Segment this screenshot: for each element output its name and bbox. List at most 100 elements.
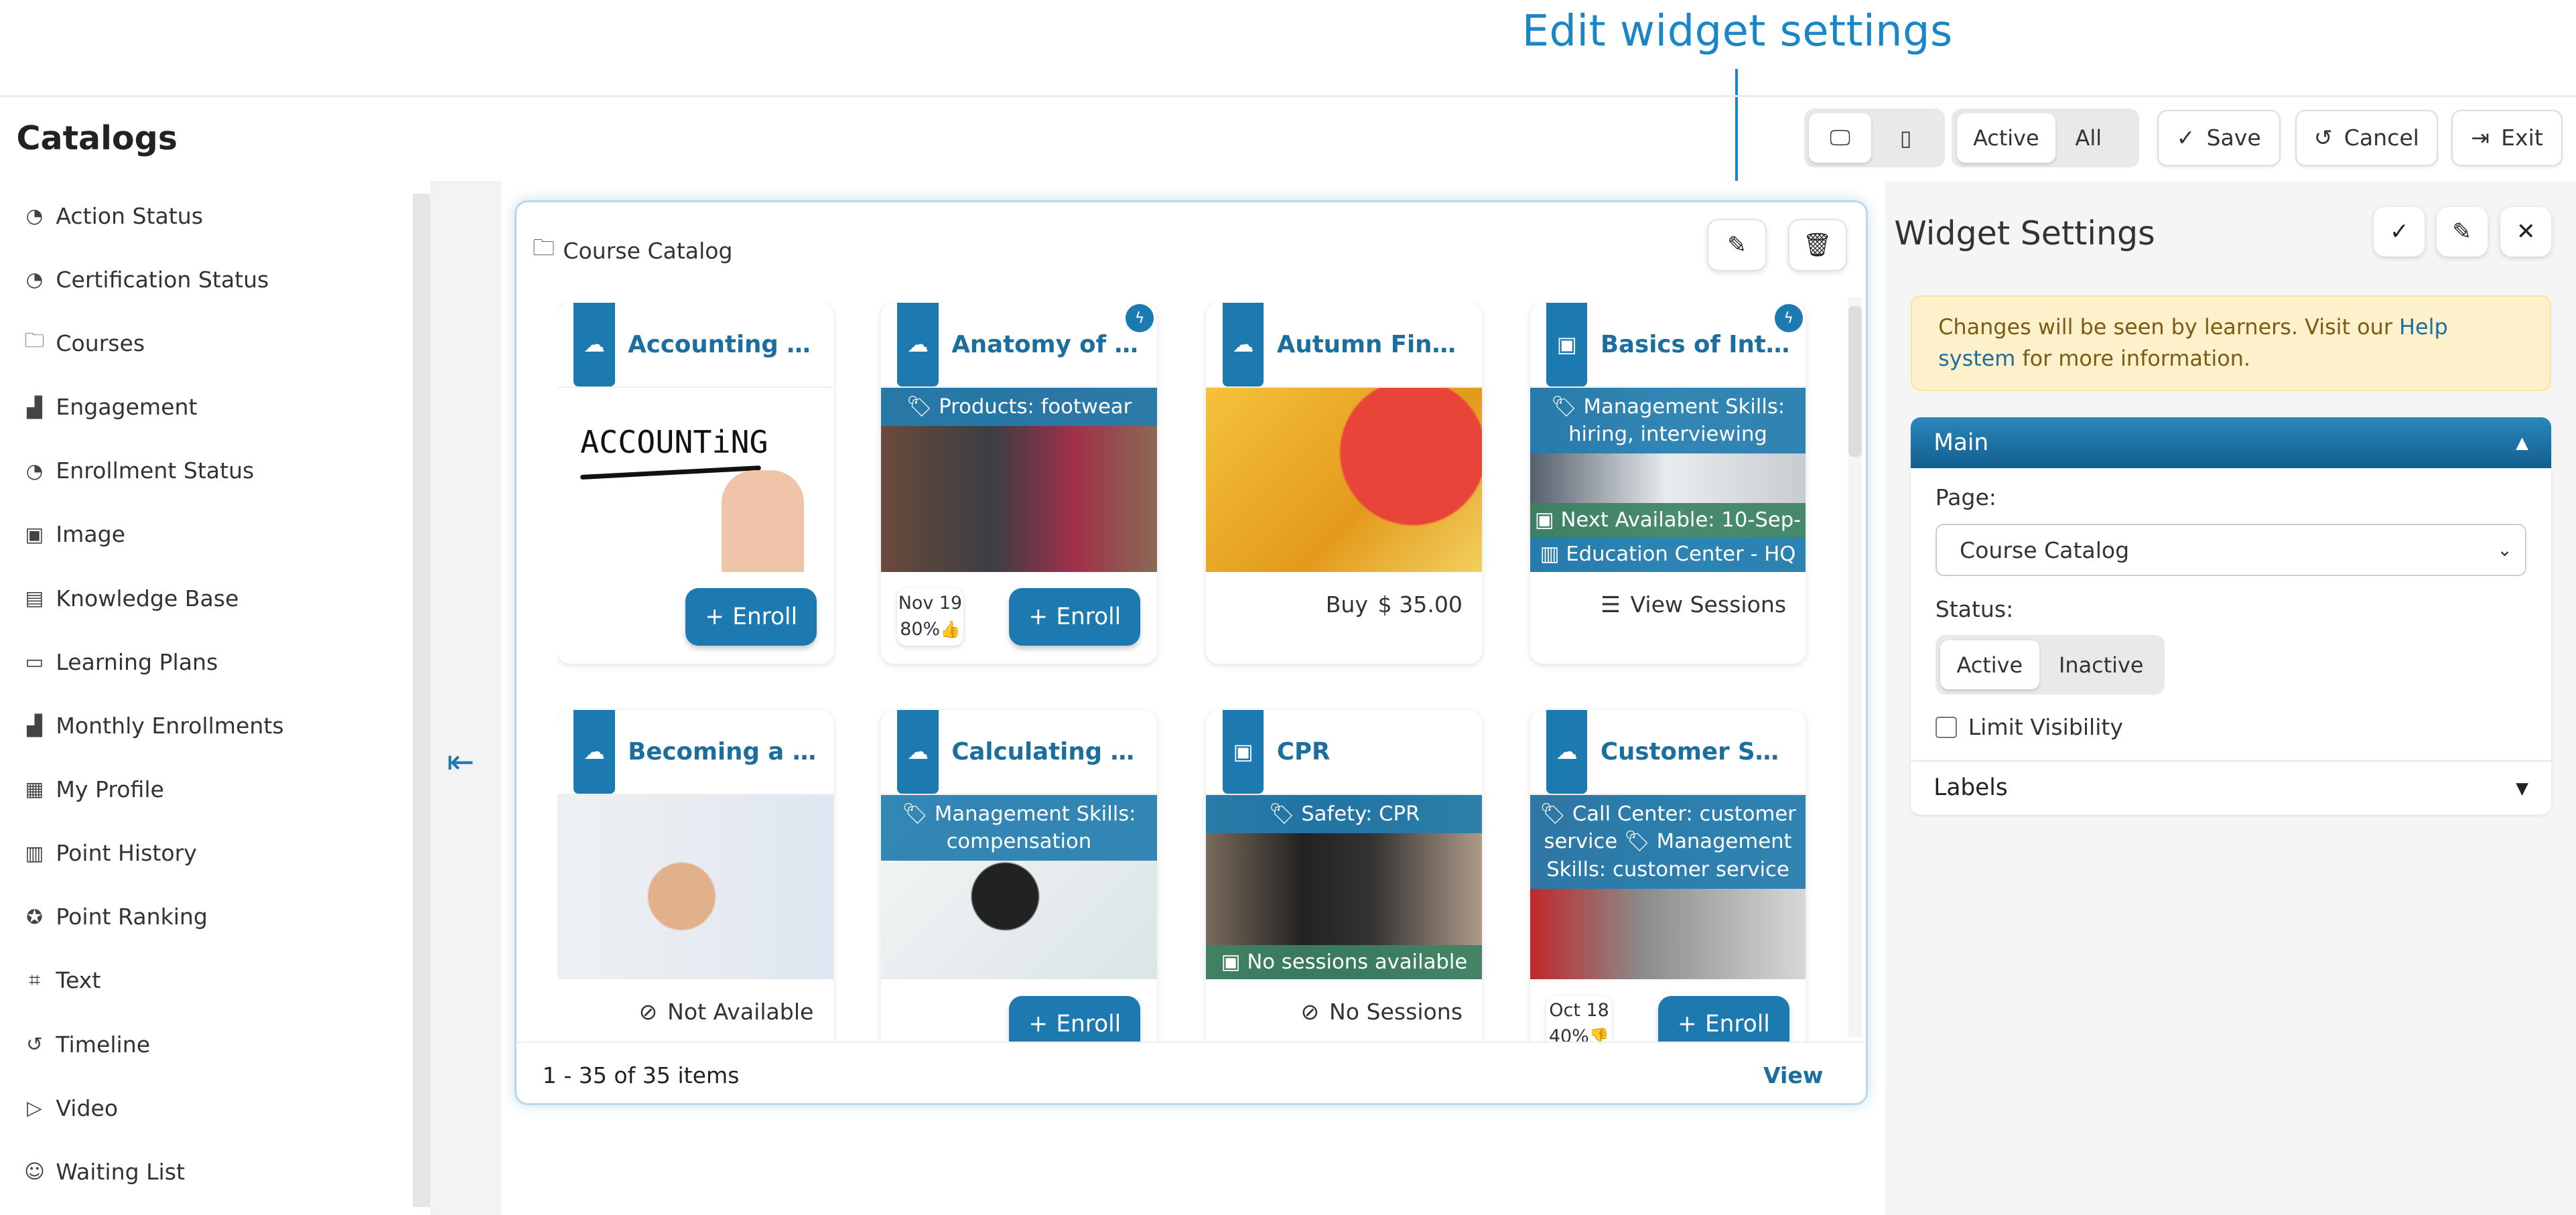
sidebar-item-label: Image	[56, 521, 126, 548]
course-card[interactable]: ☁ Anatomy of a ... ϟ 🏷 Products: footwear …	[880, 302, 1157, 664]
course-image: 🏷 Management Skills: hiring, interviewin…	[1530, 388, 1806, 572]
play-icon: ▷	[27, 1096, 42, 1120]
sidebar-item-label: Monthly Enrollments	[56, 712, 284, 739]
sidebar-item-knowledge-base[interactable]: ▤ Knowledge Base	[0, 566, 411, 630]
notice-text-end: for more information.	[2015, 346, 2251, 372]
course-title[interactable]: Basics of Inte...	[1601, 331, 1794, 358]
settings-title: Widget Settings	[1894, 213, 2155, 253]
labels-section-header[interactable]: Labels ▼	[1910, 760, 2552, 814]
course-card[interactable]: ☁ Accounting 101 ACCOUNTiNG + Enroll	[557, 302, 833, 664]
course-card[interactable]: ☁ Becoming a Fi... ⊘ Not Available	[557, 709, 833, 1042]
sidebar-item-label: Text	[56, 967, 101, 994]
course-image	[1206, 388, 1483, 572]
plus-icon: +	[1028, 1011, 1048, 1038]
course-card-header: ▣ Basics of Inte... ϟ	[1530, 302, 1806, 388]
edit-widget-button[interactable]: ✎	[1707, 218, 1767, 272]
mobile-view-button[interactable]: ▯	[1875, 113, 1937, 163]
course-title[interactable]: Anatomy of a ...	[951, 331, 1145, 358]
folders-icon: 🗀	[24, 329, 45, 352]
course-title[interactable]: Customer Ser...	[1601, 738, 1794, 766]
course-title[interactable]: Calculating W...	[951, 738, 1145, 766]
apply-button[interactable]: ✓	[2374, 206, 2425, 257]
exit-button[interactable]: ⇥ Exit	[2451, 110, 2563, 166]
filter-active[interactable]: Active	[1956, 113, 2056, 163]
medal-icon: ✪	[26, 905, 43, 928]
close-button[interactable]: ✕	[2500, 206, 2552, 257]
widget-title: 🗀 Course Catalog	[533, 232, 733, 269]
sidebar-item-certification-status[interactable]: ◔ Certification Status	[0, 248, 411, 311]
status-active[interactable]: Active	[1940, 640, 2039, 690]
limit-visibility-checkbox[interactable]	[1935, 716, 1957, 738]
course-card[interactable]: ☁ Customer Ser... 🏷 Call Center: customer…	[1530, 709, 1806, 1042]
course-action[interactable]: ☰ View Sessions	[1601, 591, 1786, 618]
sidebar-item-waiting-list[interactable]: ☺ Waiting List	[0, 1140, 411, 1204]
course-catalog-widget[interactable]: 🗀 Course Catalog ✎ 🗑 ☁ Accounting 101 ACCO…	[514, 200, 1869, 1106]
course-tags: 🏷 Safety: CPR	[1206, 795, 1483, 833]
course-tags: 🏷 Products: footwear	[880, 388, 1157, 426]
course-date: Nov 19	[898, 592, 963, 614]
sidebar-item-enrollment-status[interactable]: ◔ Enrollment Status	[0, 439, 411, 502]
sidebar-item-monthly-enrollments[interactable]: ▟ Monthly Enrollments	[0, 694, 411, 758]
cloud-icon: ☁	[1222, 302, 1264, 386]
view-link[interactable]: View	[1763, 1062, 1823, 1088]
main-section-header[interactable]: Main ▲	[1910, 417, 2552, 468]
sidebar-scrollbar[interactable]	[412, 194, 431, 1208]
sidebar-item-action-status[interactable]: ◔ Action Status	[0, 184, 411, 248]
sidebar-item-engagement[interactable]: ▟ Engagement	[0, 375, 411, 439]
desktop-view-button[interactable]: 🖵	[1808, 113, 1872, 163]
enroll-label: Enroll	[732, 603, 798, 631]
save-button[interactable]: ✓ Save	[2157, 110, 2281, 166]
sidebar-item-timeline[interactable]: ↺ Timeline	[0, 1012, 411, 1076]
enroll-button[interactable]: + Enroll	[685, 588, 817, 646]
course-title[interactable]: Becoming a Fi...	[628, 738, 821, 766]
course-card-footer: + Enroll	[557, 572, 833, 664]
enroll-button[interactable]: + Enroll	[1657, 995, 1789, 1042]
plus-icon: +	[1677, 1011, 1697, 1038]
action-label: No Sessions	[1329, 999, 1463, 1025]
caret-down-icon: ▼	[2516, 778, 2528, 798]
settings-accordion: Main ▲ Page: Course Catalog ⌄ Status: Acti…	[1910, 417, 2552, 814]
course-title[interactable]: CPR	[1277, 738, 1471, 766]
cancel-button[interactable]: ↺ Cancel	[2295, 110, 2439, 166]
lightning-icon: ϟ	[1774, 304, 1803, 332]
tag-icon: 🏷	[1540, 802, 1566, 826]
course-card[interactable]: ☁ Calculating W... 🏷 Management Skills: c…	[880, 709, 1157, 1042]
course-card[interactable]: ☁ Autumn Fina ... Buy $ 35.00	[1206, 302, 1483, 664]
course-tag: Management Skills: hiring, interviewing	[1568, 395, 1785, 447]
sidebar-item-label: Timeline	[56, 1031, 151, 1058]
filter-all[interactable]: All	[2059, 113, 2118, 163]
course-card-footer: ⊘ Not Available	[557, 979, 833, 1042]
sidebar-item-text[interactable]: ⌗ Text	[0, 948, 411, 1012]
course-title[interactable]: Autumn Fina ...	[1277, 331, 1471, 358]
desktop-icon: 🖵	[1830, 125, 1850, 151]
status-inactive[interactable]: Inactive	[2043, 640, 2160, 690]
course-card[interactable]: ▣ CPR 🏷 Safety: CPR ▣ No sessions availab…	[1206, 709, 1483, 1042]
tag-icon: 🏷	[1624, 830, 1650, 854]
delete-widget-button[interactable]: 🗑	[1787, 218, 1847, 272]
sidebar-item-my-profile[interactable]: ▦ My Profile	[0, 758, 411, 821]
course-card-header: ☁ Accounting 101	[557, 302, 833, 388]
text-icon: ⌗	[29, 969, 40, 992]
course-rating: 40%	[1548, 1026, 1589, 1042]
course-action[interactable]: Buy $ 35.00	[1326, 591, 1463, 618]
sidebar-item-image[interactable]: ▣ Image	[0, 502, 411, 566]
bar-chart-icon: ▟	[27, 395, 42, 419]
course-tags: 🏷 Management Skills: hiring, interviewin…	[1530, 388, 1806, 454]
scrollbar-thumb[interactable]	[1848, 305, 1862, 457]
course-title[interactable]: Accounting 101	[628, 331, 821, 358]
edit-button[interactable]: ✎	[2436, 206, 2488, 257]
sidebar-item-video[interactable]: ▷ Video	[0, 1076, 411, 1140]
collapse-sidebar-icon[interactable]: ⇤	[447, 742, 474, 781]
sidebar-item-point-ranking[interactable]: ✪ Point Ranking	[0, 885, 411, 948]
enroll-label: Enroll	[1056, 1011, 1122, 1038]
folders-icon: 🗀	[533, 234, 555, 261]
course-card[interactable]: ▣ Basics of Inte... ϟ 🏷 Management Skills:…	[1530, 302, 1806, 664]
enroll-button[interactable]: + Enroll	[1009, 588, 1141, 646]
widget-scrollbar[interactable]	[1848, 297, 1862, 1037]
sidebar-item-learning-plans[interactable]: ▭ Learning Plans	[0, 630, 411, 694]
ban-icon: ⊘	[1300, 999, 1320, 1025]
enroll-button[interactable]: + Enroll	[1009, 995, 1141, 1042]
page-select[interactable]: Course Catalog ⌄	[1935, 523, 2527, 577]
sidebar-item-courses[interactable]: 🗀 Courses	[0, 311, 411, 375]
sidebar-item-point-history[interactable]: ▥ Point History	[0, 821, 411, 885]
